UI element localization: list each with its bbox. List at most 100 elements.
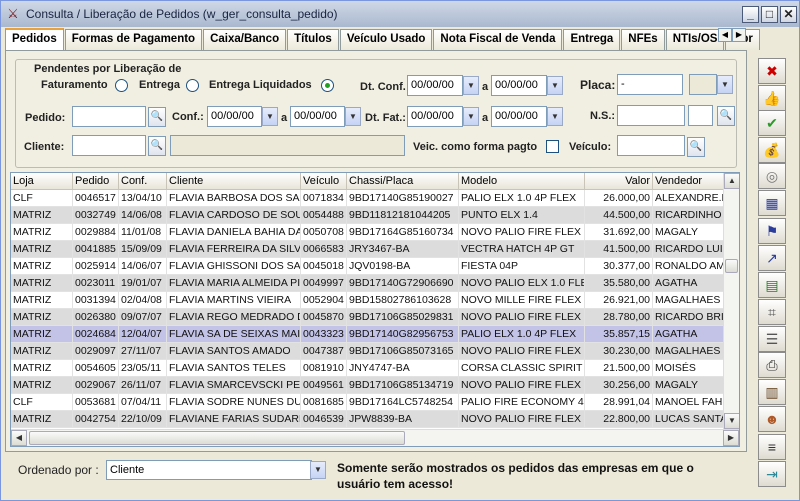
column-header-conf[interactable]: Conf. <box>119 173 167 190</box>
cell-conf: 26/11/07 <box>119 377 167 394</box>
table-row[interactable]: MATRIZ 0054605 23/05/11 FLAVIA SANTOS TELES… <box>11 360 739 377</box>
faturamento-radio[interactable] <box>115 79 128 92</box>
close-icon[interactable]: ✖ <box>758 58 786 84</box>
tab-scroll-left-icon[interactable]: ◀ <box>718 28 732 42</box>
entrega-liquidados-radio[interactable] <box>321 79 334 92</box>
money-bag-icon[interactable]: 💰 <box>758 137 786 163</box>
ns-input-2[interactable] <box>688 105 713 126</box>
table-row[interactable]: CLF 0046517 13/04/10 FLAVIA BARBOSA DOS SA 0… <box>11 190 739 207</box>
entrega-radio[interactable] <box>186 79 199 92</box>
thumbs-up-icon[interactable]: 👍 <box>758 85 786 111</box>
table-row[interactable]: MATRIZ 0026380 09/07/07 FLAVIA REGO MEDRADO… <box>11 309 739 326</box>
column-header-modelo[interactable]: Modelo <box>459 173 585 190</box>
table-row[interactable]: MATRIZ 0023011 19/01/07 FLAVIA MARIA ALMEID… <box>11 275 739 292</box>
dt-conf-to-input[interactable]: 00/00/00 <box>491 75 547 96</box>
cell-conf: 02/04/08 <box>119 292 167 309</box>
maximize-button[interactable]: □ <box>761 5 778 23</box>
veiculo-lookup-icon[interactable]: 🔍 <box>687 137 705 157</box>
dt-fat-from-dropdown[interactable]: ▼ <box>463 107 479 126</box>
grid-icon[interactable]: ▦ <box>758 190 786 216</box>
coins-icon[interactable]: ◎ <box>758 163 786 189</box>
dt-fat-to-dropdown[interactable]: ▼ <box>547 107 563 126</box>
table-row[interactable]: MATRIZ 0031394 02/04/08 FLAVIA MARTINS VIEI… <box>11 292 739 309</box>
vertical-scrollbar[interactable]: ▲ ▼ <box>723 173 739 429</box>
tab-titulos[interactable]: Títulos <box>287 29 339 50</box>
order-select[interactable]: Cliente <box>106 460 312 480</box>
scroll-right-icon[interactable]: ▶ <box>723 430 739 446</box>
column-header-loja[interactable]: Loja <box>11 173 73 190</box>
check-icon[interactable]: ✔ <box>758 110 786 136</box>
printer-icon[interactable]: ⎙ <box>758 352 786 378</box>
column-header-cliente[interactable]: Cliente <box>167 173 301 190</box>
book-icon[interactable]: ▥ <box>758 379 786 405</box>
tab-nota-fiscal[interactable]: Nota Fiscal de Venda <box>433 29 563 50</box>
column-header-valor[interactable]: Valor <box>585 173 653 190</box>
horizontal-scroll-thumb[interactable] <box>29 431 405 445</box>
ns-lookup-icon[interactable]: 🔍 <box>717 106 735 126</box>
list-icon[interactable]: ≡ <box>758 434 786 460</box>
conf-from-dropdown[interactable]: ▼ <box>262 107 278 126</box>
cell-cliente: FLAVIA MARIA ALMEIDA PI <box>167 275 301 292</box>
column-header-chassi-placa[interactable]: Chassi/Placa <box>347 173 459 190</box>
calculator-icon[interactable]: ⌗ <box>758 299 786 325</box>
close-window-button[interactable]: ✕ <box>780 5 797 23</box>
table-row[interactable]: CLF 0053681 07/04/11 FLAVIA SODRE NUNES DU 0… <box>11 394 739 411</box>
cell-chassi-placa: 9BD17106G85134719 <box>347 377 459 394</box>
tab-veiculo-usado[interactable]: Veículo Usado <box>339 29 433 50</box>
dt-fat-from-input[interactable]: 00/00/00 <box>407 106 463 127</box>
veiculo-input[interactable] <box>617 135 685 156</box>
tab-nfes[interactable]: NFEs <box>621 29 665 50</box>
tab-ntis-os[interactable]: NTIs/OS <box>665 29 725 50</box>
table-row[interactable]: MATRIZ 0042754 22/10/09 FLAVIANE FARIAS SUD… <box>11 411 739 428</box>
scroll-left-icon[interactable]: ◀ <box>11 430 27 446</box>
cliente-lookup-icon[interactable]: 🔍 <box>148 136 166 156</box>
table-row[interactable]: MATRIZ 0041885 15/09/09 FLAVIA FERREIRA DA … <box>11 241 739 258</box>
conf-to-input[interactable]: 00/00/00 <box>290 106 345 127</box>
chart-icon[interactable]: ↗ <box>758 245 786 271</box>
cell-veiculo: 0071834 <box>301 190 347 207</box>
conf-from-input[interactable]: 00/00/00 <box>207 106 262 127</box>
placa-type-select[interactable] <box>689 74 717 95</box>
scroll-down-icon[interactable]: ▼ <box>724 413 739 429</box>
placa-type-dropdown[interactable]: ▼ <box>717 75 733 94</box>
exit-icon[interactable]: ⇥ <box>758 461 786 487</box>
placa-input[interactable]: - <box>617 74 683 95</box>
cell-cliente: FLAVIA SODRE NUNES DU <box>167 394 301 411</box>
pedido-input[interactable] <box>72 106 146 127</box>
document-search-icon[interactable]: ☰ <box>758 326 786 352</box>
tab-entrega[interactable]: Entrega <box>563 29 621 50</box>
horizontal-scrollbar[interactable]: ◀ ▶ <box>11 429 739 446</box>
table-row[interactable]: MATRIZ 0032749 14/06/08 FLAVIA CARDOSO DE S… <box>11 207 739 224</box>
table-row[interactable]: MATRIZ 0029097 27/11/07 FLAVIA SANTOS AMADO… <box>11 343 739 360</box>
pedido-lookup-icon[interactable]: 🔍 <box>148 107 166 127</box>
table-row[interactable]: MATRIZ 0029067 26/11/07 FLAVIA SMARCEVSCKI … <box>11 377 739 394</box>
dt-conf-to-dropdown[interactable]: ▼ <box>547 76 563 95</box>
dt-fat-to-input[interactable]: 00/00/00 <box>491 106 547 127</box>
order-dropdown-icon[interactable]: ▼ <box>310 461 326 479</box>
cell-cliente: FLAVIA SMARCEVSCKI PEI <box>167 377 301 394</box>
dt-conf-from-dropdown[interactable]: ▼ <box>463 76 479 95</box>
vertical-scroll-thumb[interactable] <box>725 259 738 273</box>
minimize-button[interactable]: _ <box>742 5 759 23</box>
ns-input[interactable] <box>617 105 685 126</box>
dt-conf-from-input[interactable]: 00/00/00 <box>407 75 463 96</box>
column-header-pedido[interactable]: Pedido <box>73 173 119 190</box>
pedidos-grid[interactable]: Loja Pedido Conf. Cliente Veículo Chassi/Plac… <box>10 172 740 447</box>
tab-caixa-banco[interactable]: Caixa/Banco <box>203 29 287 50</box>
tab-formas-pagamento[interactable]: Formas de Pagamento <box>64 29 203 50</box>
column-header-veiculo[interactable]: Veículo <box>301 173 347 190</box>
veiculo-label: Veículo: <box>569 141 612 153</box>
cell-conf: 27/11/07 <box>119 343 167 360</box>
run-icon[interactable]: ⚑ <box>758 218 786 244</box>
scroll-up-icon[interactable]: ▲ <box>724 173 739 189</box>
table-row[interactable]: MATRIZ 0025914 14/06/07 FLAVIA GHISSONI DOS… <box>11 258 739 275</box>
cliente-code-input[interactable] <box>72 135 146 156</box>
people-icon[interactable]: ☻ <box>758 406 786 432</box>
veic-pagto-checkbox[interactable] <box>546 140 559 153</box>
table-icon[interactable]: ▤ <box>758 272 786 298</box>
tab-pedidos[interactable]: Pedidos <box>5 28 64 50</box>
table-row[interactable]: MATRIZ 0029884 11/01/08 FLAVIA DANIELA BAHI… <box>11 224 739 241</box>
table-row[interactable]: MATRIZ 0024684 12/04/07 FLAVIA SA DE SEIXAS… <box>11 326 739 343</box>
conf-to-dropdown[interactable]: ▼ <box>345 107 361 126</box>
tab-scroll-right-icon[interactable]: ▶ <box>732 28 746 42</box>
